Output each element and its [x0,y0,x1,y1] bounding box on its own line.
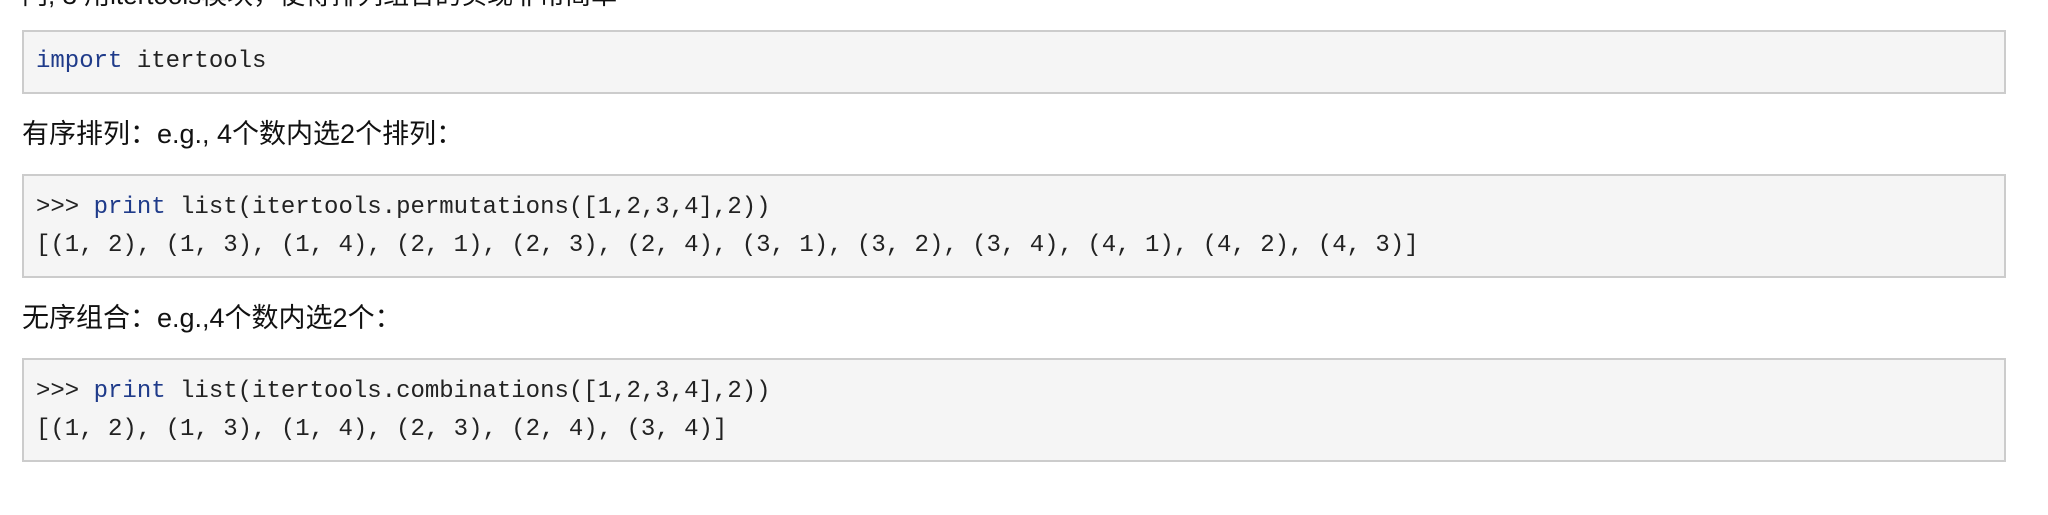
permutations-heading: 有序排列：e.g., 4个数内选2个排列： [22,119,464,149]
code-line: import itertools [36,48,266,76]
code-output: [(1, 2), (1, 3), (1, 4), (2, 3), (2, 4),… [36,416,728,443]
code-prompt: >>> [36,194,94,221]
code-keyword: import [36,48,123,75]
code-keyword: print [93,378,166,405]
code-output: [(1, 2), (1, 3), (1, 4), (2, 1), (2, 3),… [36,232,1419,259]
cut-off-paragraph: 门, 3 用itertools模块，使得排列组合的实现非常简单 [22,0,617,8]
code-line: >>> print list(itertools.combinations([1… [36,378,771,406]
code-text: list(itertools.permutations([1,2,3,4],2)… [165,194,771,221]
combinations-heading: 无序组合：e.g.,4个数内选2个： [22,303,402,333]
code-block-import[interactable]: import itertools [22,30,2006,94]
code-text: itertools [122,48,267,75]
code-line: >>> print list(itertools.permutations([1… [36,194,771,222]
code-block-combinations[interactable]: >>> print list(itertools.combinations([1… [22,358,2006,462]
code-block-permutations[interactable]: >>> print list(itertools.permutations([1… [22,174,2006,278]
code-text: list(itertools.combinations([1,2,3,4],2)… [165,378,771,405]
code-keyword: print [93,194,166,221]
code-prompt: >>> [36,378,94,405]
